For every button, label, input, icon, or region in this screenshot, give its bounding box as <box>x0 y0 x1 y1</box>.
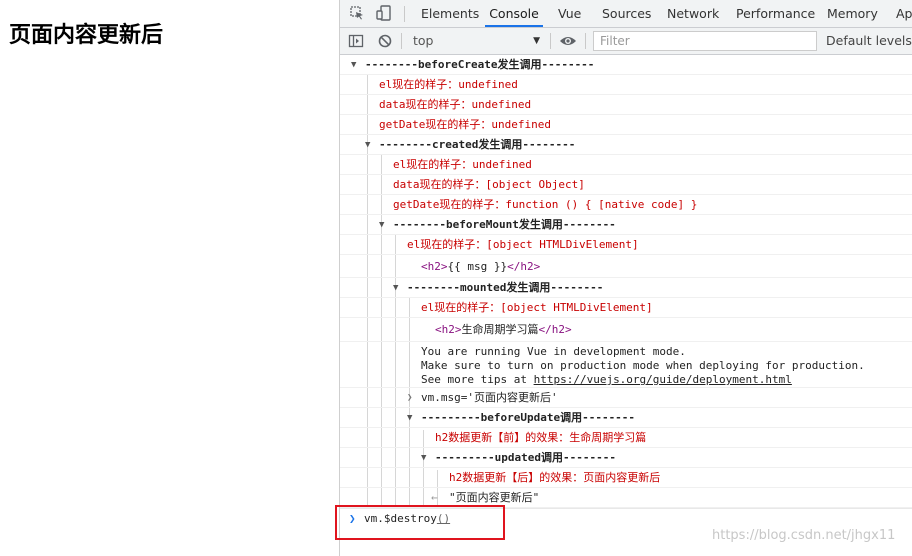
console-message: h2数据更新【后】的效果：页面内容更新后 <box>340 468 912 488</box>
collapsed-chevron-icon[interactable]: ❯ <box>407 388 412 408</box>
log-text: el现在的样子：[object HTMLDivElement] <box>421 301 653 314</box>
log-text: data现在的样子：undefined <box>379 98 532 111</box>
group-title: --------mounted发生调用-------- <box>407 281 604 294</box>
expanded-triangle-icon[interactable]: ▼ <box>407 408 412 428</box>
console-output[interactable]: ▼ --------beforeCreate发生调用-------- el现在的… <box>340 55 912 556</box>
device-toggle-icon[interactable] <box>376 5 392 21</box>
console-message: getDate现在的样子：function () { [native code]… <box>340 195 912 215</box>
tab-sources[interactable]: Sources <box>602 0 651 27</box>
log-text: See more tips at https://vuejs.org/guide… <box>421 373 792 387</box>
toolbar-separator <box>585 33 586 49</box>
tab-memory[interactable]: Memory <box>827 0 878 27</box>
expanded-triangle-icon[interactable]: ▼ <box>393 278 398 298</box>
tab-vue[interactable]: Vue <box>558 0 581 27</box>
console-group-header[interactable]: ▼ --------mounted发生调用-------- <box>340 278 912 298</box>
console-input-entry[interactable]: ❯ vm.msg='页面内容更新后' <box>340 388 912 408</box>
console-group-header[interactable]: ▼ ---------beforeUpdate调用-------- <box>340 408 912 428</box>
page-heading: 页面内容更新后 <box>9 23 164 48</box>
log-text: el现在的样子：undefined <box>393 158 532 171</box>
tab-performance[interactable]: Performance <box>736 0 815 27</box>
expanded-triangle-icon[interactable]: ▼ <box>365 135 370 155</box>
console-message: data现在的样子：undefined <box>340 95 912 115</box>
tag-open: <h2> <box>435 323 462 336</box>
log-text: getDate现在的样子：function () { [native code]… <box>393 198 698 211</box>
tab-console[interactable]: Console <box>485 0 543 27</box>
console-element-node[interactable]: <h2>生命周期学习篇</h2> <box>340 318 912 342</box>
group-title: ---------updated调用-------- <box>435 451 616 464</box>
group-title: --------beforeMount发生调用-------- <box>393 218 616 231</box>
deployment-guide-link[interactable]: https://vuejs.org/guide/deployment.html <box>534 373 792 386</box>
html-node[interactable]: <h2>{{ msg }}</h2> <box>421 255 540 278</box>
eye-icon[interactable] <box>559 34 577 48</box>
toolbar-separator <box>550 33 551 49</box>
log-text: You are running Vue in development mode. <box>421 345 686 358</box>
tab-network[interactable]: Network <box>667 0 719 27</box>
toolbar-separator <box>401 33 402 49</box>
devtools-panel: Elements Console Vue Sources Network Per… <box>339 0 912 556</box>
console-group-header[interactable]: ▼ --------beforeMount发生调用-------- <box>340 215 912 235</box>
sidebar-toggle-icon[interactable] <box>348 33 364 49</box>
console-group-header[interactable]: ▼ --------created发生调用-------- <box>340 135 912 155</box>
log-text: el现在的样子：[object HTMLDivElement] <box>407 238 639 251</box>
tab-separator <box>404 6 405 22</box>
filter-input[interactable] <box>593 31 817 51</box>
highlight-box <box>335 505 505 540</box>
log-text: el现在的样子：undefined <box>379 78 518 91</box>
expanded-triangle-icon[interactable]: ▼ <box>351 55 356 75</box>
dropdown-arrow-icon: ▼ <box>533 36 540 46</box>
console-message: data现在的样子：[object Object] <box>340 175 912 195</box>
console-message: getDate现在的样子：undefined <box>340 115 912 135</box>
html-node[interactable]: <h2>生命周期学习篇</h2> <box>435 318 572 342</box>
log-text: getDate现在的样子：undefined <box>379 118 551 131</box>
tag-content: 生命周期学习篇 <box>461 323 539 336</box>
group-title: --------beforeCreate发生调用-------- <box>365 58 595 71</box>
vue-dev-mode-message: You are running Vue in development mode.… <box>340 342 912 388</box>
log-text: h2数据更新【后】的效果：页面内容更新后 <box>449 471 661 484</box>
context-selector[interactable]: top ▼ <box>408 31 544 51</box>
expanded-triangle-icon[interactable]: ▼ <box>421 448 426 468</box>
tag-close: </h2> <box>538 323 572 336</box>
group-title: --------created发生调用-------- <box>379 138 576 151</box>
tag-close: </h2> <box>507 260 541 273</box>
clear-console-icon[interactable] <box>377 33 393 49</box>
console-element-node[interactable]: <h2>{{ msg }}</h2> <box>340 255 912 278</box>
tab-elements[interactable]: Elements <box>421 0 479 27</box>
log-text: data现在的样子：[object Object] <box>393 178 585 191</box>
inspect-icon[interactable] <box>350 6 364 20</box>
log-text: Make sure to turn on production mode whe… <box>421 359 865 372</box>
console-message: el现在的样子：[object HTMLDivElement] <box>340 298 912 318</box>
console-message: h2数据更新【前】的效果：生命周期学习篇 <box>340 428 912 448</box>
tag-open: <h2> <box>421 260 448 273</box>
log-levels-dropdown[interactable]: Default levels▼ <box>826 31 912 51</box>
console-group-header[interactable]: ▼ --------beforeCreate发生调用-------- <box>340 55 912 75</box>
group-title: ---------beforeUpdate调用-------- <box>421 411 636 424</box>
console-message: el现在的样子：undefined <box>340 75 912 95</box>
devtools-tabbar: Elements Console Vue Sources Network Per… <box>340 0 912 28</box>
command-text: vm.msg='页面内容更新后' <box>421 391 558 404</box>
context-value: top <box>413 33 434 48</box>
log-text: h2数据更新【前】的效果：生命周期学习篇 <box>435 431 647 444</box>
watermark: https://blog.csdn.net/jhgx11 <box>712 528 896 543</box>
log-text-prefix: See more tips at <box>421 373 534 386</box>
console-message: el现在的样子：[object HTMLDivElement] <box>340 235 912 255</box>
console-group-header[interactable]: ▼ ---------updated调用-------- <box>340 448 912 468</box>
console-toolbar: top ▼ Default levels▼ <box>340 28 912 55</box>
tab-application[interactable]: Ap <box>896 0 912 27</box>
tag-content: {{ msg }} <box>447 260 508 273</box>
console-message: el现在的样子：undefined <box>340 155 912 175</box>
log-levels-label: Default levels <box>826 33 912 48</box>
expanded-triangle-icon[interactable]: ▼ <box>379 215 384 235</box>
